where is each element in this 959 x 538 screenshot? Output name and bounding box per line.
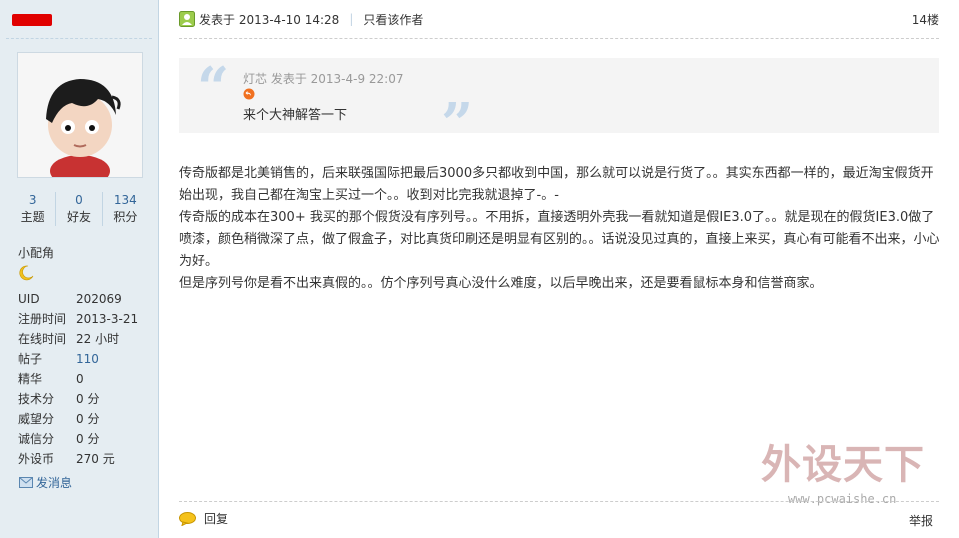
user-group[interactable]: 小配角: [18, 244, 54, 261]
stat-label: 好友: [66, 210, 91, 224]
stat-friends[interactable]: 0 好友: [56, 192, 103, 226]
profile-info: UID 202069 注册时间 2013-3-21 在线时间 22 小时 帖子 …: [18, 289, 138, 469]
only-author-link[interactable]: 只看该作者: [363, 11, 423, 28]
send-message-label: 发消息: [36, 476, 73, 490]
post-paragraph: 传奇版的成本在300+ 我买的那个假货没有序列号。。不用拆，直接透明外壳我一看就…: [179, 210, 940, 269]
watermark: 外设天下 www.pcwaishe.cn: [761, 440, 939, 510]
envelope-icon: [19, 477, 33, 488]
send-message-link[interactable]: 发消息: [19, 474, 72, 491]
profile-row-prestige: 威望分 0 分: [18, 409, 138, 429]
profile-value: 2013-3-21: [76, 312, 139, 326]
author-stats: 3 主题 0 好友 134 积分: [10, 192, 148, 226]
profile-row-register: 注册时间 2013-3-21: [18, 309, 138, 329]
header-separator: |: [349, 12, 354, 26]
post-paragraph: 传奇版都是北美销售的，后来联强国际把最后3000多只都收到中国，那么就可以说是行…: [179, 166, 934, 203]
go-to-quote-icon[interactable]: [243, 88, 255, 100]
quote-block: “ 灯芯 发表于 2013-4-9 22:07 来个大神解答一下 ”: [179, 55, 939, 152]
author-sidebar: 3 主题 0 好友 134 积分 小配角 UID 202069 注册时间 201…: [0, 0, 159, 538]
profile-row-trust: 诚信分 0 分: [18, 429, 138, 449]
profile-row-tech: 技术分 0 分: [18, 389, 138, 409]
profile-key: 精华: [18, 372, 43, 386]
profile-key: 诚信分: [18, 432, 55, 446]
profile-row-coins: 外设币 270 元: [18, 449, 138, 469]
divider: [179, 38, 939, 39]
profile-key: 威望分: [18, 412, 55, 426]
profile-key: UID: [18, 292, 40, 306]
profile-value: 0 分: [76, 412, 100, 426]
stat-value[interactable]: 134: [103, 192, 148, 208]
profile-key: 帖子: [18, 352, 43, 366]
reply-bubble-icon: [179, 511, 196, 526]
moon-rank-icon: [19, 265, 34, 281]
avatar[interactable]: [17, 52, 143, 187]
profile-key: 注册时间: [18, 312, 67, 326]
profile-key: 在线时间: [18, 332, 67, 346]
avatar-image: [18, 53, 142, 187]
post-main: 发表于 2013-4-10 14:28 | 只看该作者 14楼 “ 灯芯 发表于…: [159, 0, 959, 538]
profile-value: 22 小时: [76, 332, 120, 346]
stat-label: 主题: [20, 210, 45, 224]
profile-value: 0 分: [76, 432, 100, 446]
profile-value: 0: [76, 372, 84, 386]
profile-key: 技术分: [18, 392, 55, 406]
profile-row-digest: 精华 0: [18, 369, 138, 389]
user-status-icon: [179, 11, 195, 27]
floor-number[interactable]: 14楼: [912, 11, 939, 28]
stat-threads[interactable]: 3 主题: [10, 192, 57, 226]
stat-label: 积分: [113, 210, 138, 224]
divider: [179, 501, 939, 502]
profile-value: 202069: [76, 292, 122, 306]
reply-label: 回复: [204, 512, 229, 526]
divider: [6, 38, 152, 39]
quote-text: 来个大神解答一下: [243, 108, 348, 123]
close-quote-icon: ”: [441, 91, 474, 157]
reply-button[interactable]: 回复: [179, 510, 228, 527]
profile-row-posts: 帖子 110: [18, 349, 138, 369]
profile-value: 0 分: [76, 392, 100, 406]
post-content: 传奇版都是北美销售的，后来联强国际把最后3000多只都收到中国，那么就可以说是行…: [179, 163, 944, 295]
profile-row-uid: UID 202069: [18, 289, 138, 309]
quote-meta: 灯芯 发表于 2013-4-9 22:07: [243, 72, 404, 86]
watermark-url: www.pcwaishe.cn: [788, 492, 897, 506]
profile-row-online: 在线时间 22 小时: [18, 329, 138, 349]
report-link[interactable]: 举报: [909, 512, 933, 529]
watermark-logo: 外设天下: [761, 442, 925, 488]
open-quote-icon: “: [197, 55, 230, 121]
posts-count-link[interactable]: 110: [76, 349, 99, 369]
profile-value: 270 元: [76, 452, 115, 466]
author-name-redacted[interactable]: [12, 14, 52, 26]
post-paragraph: 但是序列号你是看不出来真假的。。仿个序列号真心没什么难度，以后早晚出来，还是要看…: [179, 276, 823, 291]
stat-value[interactable]: 0: [56, 192, 101, 208]
stat-value[interactable]: 3: [10, 192, 55, 208]
profile-key: 外设币: [18, 452, 55, 466]
post-timestamp: 发表于 2013-4-10 14:28: [199, 12, 340, 27]
post-header: 发表于 2013-4-10 14:28 | 只看该作者 14楼: [179, 0, 939, 38]
stat-points[interactable]: 134 积分: [103, 192, 148, 226]
